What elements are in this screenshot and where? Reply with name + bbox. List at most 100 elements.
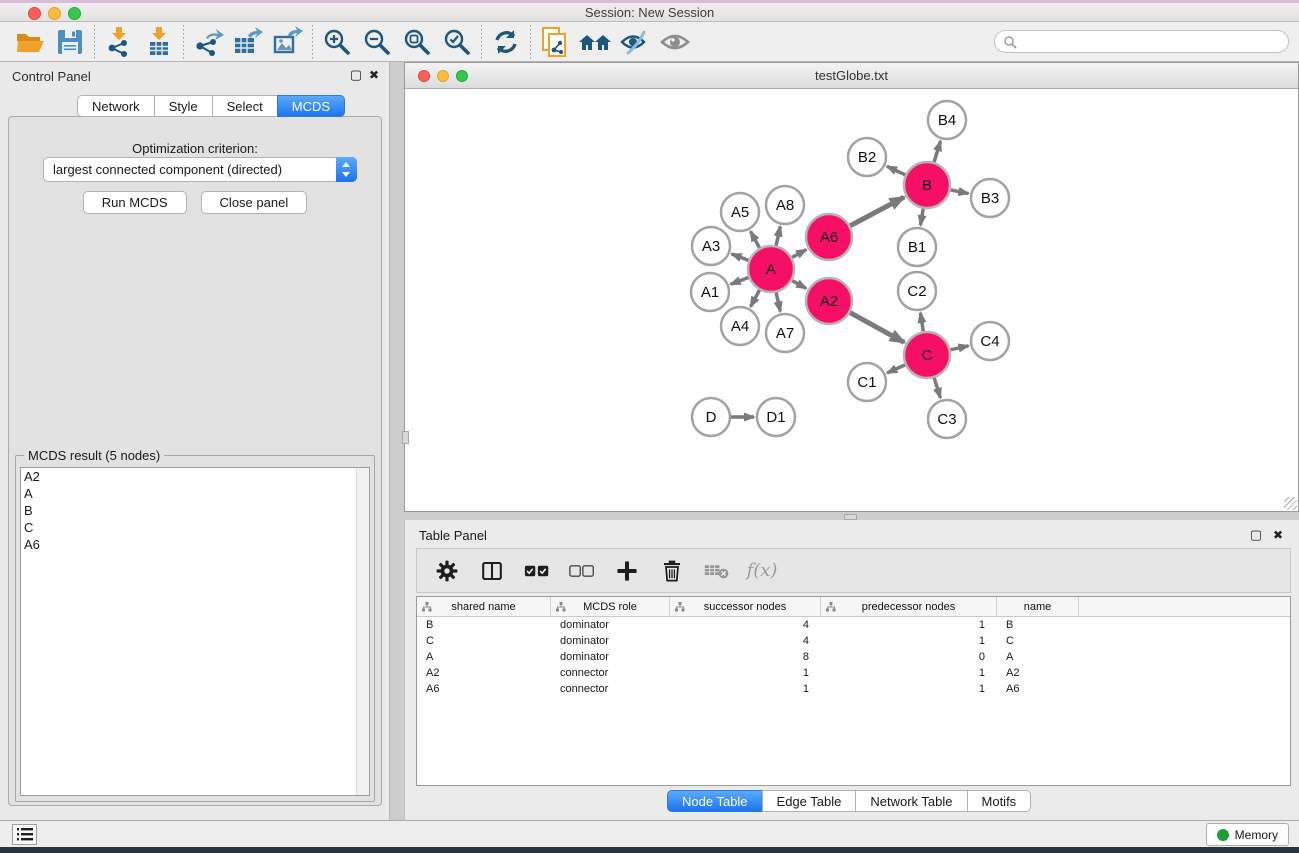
graph-node-A8[interactable]: A8 xyxy=(766,186,804,224)
table-row[interactable]: Bdominator41B xyxy=(417,617,1290,633)
graph-node-C1[interactable]: C1 xyxy=(848,363,886,401)
graph-edge-A-A1[interactable] xyxy=(731,277,749,284)
table-row[interactable]: A6connector11A6 xyxy=(417,681,1290,697)
graph-node-A6[interactable]: A6 xyxy=(806,214,852,260)
tab-select[interactable]: Select xyxy=(212,95,278,117)
column-header-successor-nodes[interactable]: successor nodes xyxy=(670,597,821,616)
deselect-all-button[interactable] xyxy=(566,555,598,587)
table-cell[interactable]: A2 xyxy=(417,667,551,679)
graph-node-D1[interactable]: D1 xyxy=(757,398,795,436)
table-cell[interactable]: 4 xyxy=(670,635,821,647)
graph-edge-B-B4[interactable] xyxy=(934,141,940,162)
graph-node-B1[interactable]: B1 xyxy=(898,228,936,266)
export-table-button[interactable] xyxy=(228,25,268,59)
graph-node-B3[interactable]: B3 xyxy=(971,179,1009,217)
table-cell[interactable]: 1 xyxy=(670,667,821,679)
column-header-mcds-role[interactable]: MCDS role xyxy=(551,597,670,616)
graph-edge-A-A5[interactable] xyxy=(751,231,760,248)
table-cell[interactable]: 1 xyxy=(821,635,997,647)
graph-node-A3[interactable]: A3 xyxy=(692,227,730,265)
result-scrollbar[interactable] xyxy=(356,468,369,795)
table-cell[interactable]: B xyxy=(417,619,551,631)
graph-node-B4[interactable]: B4 xyxy=(928,101,966,139)
table-row[interactable]: Cdominator41C xyxy=(417,633,1290,649)
graph-node-C[interactable]: C xyxy=(904,332,950,378)
graph-edge-A-A6[interactable] xyxy=(792,250,806,258)
graph-node-C2[interactable]: C2 xyxy=(898,272,936,310)
tab-edge-table[interactable]: Edge Table xyxy=(762,790,857,812)
graph-edge-A-A4[interactable] xyxy=(751,290,760,307)
graph-edge-C-C1[interactable] xyxy=(887,365,905,373)
graph-node-B[interactable]: B xyxy=(904,162,950,208)
add-button[interactable] xyxy=(611,555,643,587)
tab-motifs[interactable]: Motifs xyxy=(967,790,1032,812)
graph-node-D[interactable]: D xyxy=(692,398,730,436)
result-list-item[interactable]: A xyxy=(21,485,369,502)
table-cell[interactable]: 0 xyxy=(821,651,997,663)
import-network-button[interactable] xyxy=(99,25,139,59)
result-list-item[interactable]: C xyxy=(21,519,369,536)
float-panel-icon[interactable] xyxy=(349,68,363,82)
optimization-criterion-select[interactable]: largest connected component (directed) xyxy=(43,157,357,182)
column-header-shared-name[interactable]: shared name xyxy=(417,597,551,616)
table-cell[interactable]: 4 xyxy=(670,619,821,631)
hide-details-button[interactable] xyxy=(615,25,655,59)
graph-edge-A-A2[interactable] xyxy=(792,281,806,289)
table-settings-button[interactable] xyxy=(431,555,463,587)
tab-mcds[interactable]: MCDS xyxy=(277,95,345,117)
table-cell[interactable]: A2 xyxy=(997,667,1079,679)
tab-node-table[interactable]: Node Table xyxy=(667,790,763,812)
open-file-button[interactable] xyxy=(10,25,50,59)
show-all-levels-button[interactable] xyxy=(575,25,615,59)
table-cell[interactable]: C xyxy=(997,635,1079,647)
splitter-handle-left[interactable] xyxy=(402,431,409,444)
table-cell[interactable]: 1 xyxy=(821,667,997,679)
delete-table-button[interactable] xyxy=(701,555,733,587)
graph-edge-A-A7[interactable] xyxy=(776,292,780,311)
zoom-selected-button[interactable] xyxy=(437,25,477,59)
delete-button[interactable] xyxy=(656,555,688,587)
table-cell[interactable]: A6 xyxy=(417,683,551,695)
table-cell[interactable]: dominator xyxy=(551,635,670,647)
graph-edge-A2-C[interactable] xyxy=(850,313,904,343)
graph-edge-B-B1[interactable] xyxy=(921,209,924,226)
graph-node-A1[interactable]: A1 xyxy=(691,273,729,311)
table-cell[interactable]: connector xyxy=(551,683,670,695)
table-cell[interactable]: 1 xyxy=(821,619,997,631)
window-resize-grip[interactable] xyxy=(1284,497,1297,510)
result-list-item[interactable]: B xyxy=(21,502,369,519)
graph-edge-C-C2[interactable] xyxy=(920,313,923,332)
table-cell[interactable]: connector xyxy=(551,667,670,679)
save-session-button[interactable] xyxy=(50,25,90,59)
column-header-predecessor-nodes[interactable]: predecessor nodes xyxy=(821,597,997,616)
refresh-button[interactable] xyxy=(486,25,526,59)
show-columns-button[interactable] xyxy=(476,555,508,587)
graph-edge-A6-B[interactable] xyxy=(850,197,904,226)
close-panel-icon[interactable] xyxy=(367,68,381,82)
table-cell[interactable]: 8 xyxy=(670,651,821,663)
tab-network-table[interactable]: Network Table xyxy=(855,790,967,812)
graph-edge-B-B3[interactable] xyxy=(951,190,969,194)
zoom-out-button[interactable] xyxy=(357,25,397,59)
table-row[interactable]: Adominator80A xyxy=(417,649,1290,665)
table-cell[interactable]: A xyxy=(997,651,1079,663)
graph-edge-B-B2[interactable] xyxy=(887,166,905,175)
result-list-item[interactable]: A2 xyxy=(21,468,369,485)
search-input[interactable] xyxy=(1017,35,1288,49)
network-canvas[interactable]: B4B2BB3A5A8A6A3AB1A1A2C2A4A7C4CC1DD1C3 xyxy=(405,89,1298,511)
table-cell[interactable]: 1 xyxy=(670,683,821,695)
export-network-button[interactable] xyxy=(188,25,228,59)
result-list-item[interactable]: A6 xyxy=(21,536,369,553)
table-cell[interactable]: B xyxy=(997,619,1079,631)
show-details-button[interactable] xyxy=(655,25,695,59)
tab-network[interactable]: Network xyxy=(77,95,155,117)
graph-node-A[interactable]: A xyxy=(748,246,794,292)
graph-edge-A-A8[interactable] xyxy=(776,226,780,245)
show-log-button[interactable] xyxy=(12,824,37,845)
zoom-in-button[interactable] xyxy=(317,25,357,59)
table-cell[interactable]: A xyxy=(417,651,551,663)
table-cell[interactable]: A6 xyxy=(997,683,1079,695)
search-field[interactable] xyxy=(994,30,1289,53)
select-all-button[interactable] xyxy=(521,555,553,587)
import-table-button[interactable] xyxy=(139,25,179,59)
